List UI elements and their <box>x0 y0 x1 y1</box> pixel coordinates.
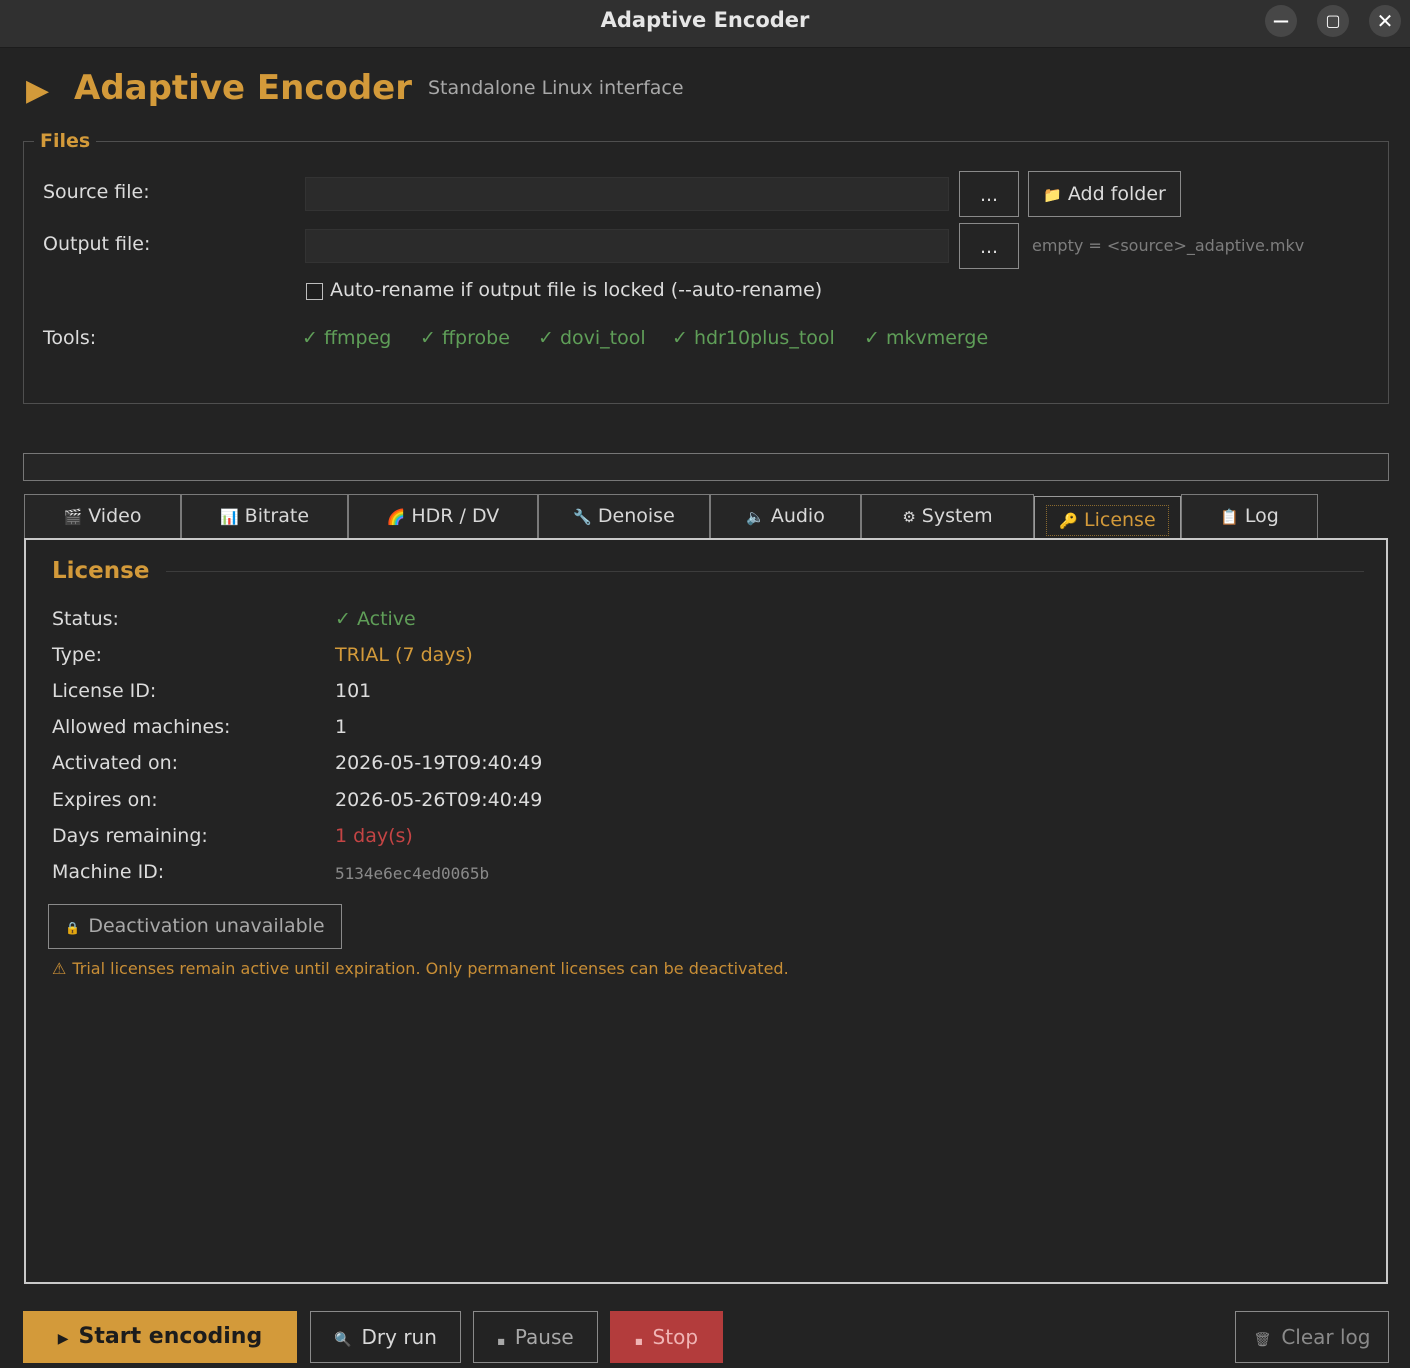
stop-icon: ■ <box>634 1337 643 1346</box>
tab-log-label: Log <box>1244 505 1279 527</box>
output-browse-button[interactable]: ... <box>959 223 1019 269</box>
expires-on-label: Expires on: <box>52 789 158 811</box>
status-label: Status: <box>52 608 119 630</box>
stop-button[interactable]: ■ Stop <box>610 1311 723 1363</box>
days-remaining-label: Days remaining: <box>52 825 208 847</box>
clipboard-icon: 📋 <box>1220 508 1239 526</box>
clapper-icon: 🎬 <box>63 508 83 526</box>
expires-on-value: 2026-05-26T09:40:49 <box>335 789 543 811</box>
tool-status-ffmpeg: ✓ ffmpeg <box>302 327 392 349</box>
minimize-icon[interactable]: — <box>1265 5 1297 37</box>
magnifier-icon: 🔍 <box>334 1332 352 1348</box>
start-encoding-label: Start encoding <box>78 1324 263 1349</box>
tab-hdr-dv[interactable]: 🌈 HDR / DV <box>348 494 538 539</box>
wrench-icon: 🔧 <box>573 508 592 526</box>
tool-status-ffprobe: ✓ ffprobe <box>420 327 510 349</box>
add-folder-label: Add folder <box>1067 183 1166 205</box>
tab-license[interactable]: 🔑 License <box>1034 496 1181 540</box>
deactivation-label: Deactivation unavailable <box>88 915 325 937</box>
tab-system-label: System <box>921 505 993 527</box>
tool-status-dovi-tool: ✓ dovi_tool <box>538 327 646 349</box>
bar-chart-icon: 📊 <box>219 508 239 526</box>
speaker-icon: 🔈 <box>746 508 765 526</box>
tab-denoise-label: Denoise <box>597 505 675 527</box>
auto-rename-checkbox[interactable] <box>306 283 323 300</box>
auto-rename-label[interactable]: Auto-rename if output file is locked (--… <box>330 279 822 301</box>
stop-label: Stop <box>652 1325 699 1349</box>
start-encoding-button[interactable]: ▶ Start encoding <box>23 1311 297 1363</box>
play-icon: ▶ <box>57 1331 69 1347</box>
gear-icon: ⚙ <box>902 508 916 526</box>
tab-audio-label: Audio <box>770 505 825 527</box>
tab-video-label: Video <box>88 505 142 527</box>
machine-id-value: 5134e6ec4ed0065b <box>335 864 490 883</box>
dry-run-button[interactable]: 🔍 Dry run <box>310 1311 461 1363</box>
tools-label: Tools: <box>43 327 97 349</box>
tab-bitrate[interactable]: 📊 Bitrate <box>181 494 348 539</box>
machine-id-label: Machine ID: <box>52 861 165 883</box>
type-value: TRIAL (7 days) <box>335 644 473 666</box>
warning-icon: ⚠ <box>52 959 67 978</box>
tab-audio[interactable]: 🔈 Audio <box>710 494 861 539</box>
clear-log-button[interactable]: 🗑 Clear log <box>1235 1311 1389 1363</box>
lock-icon: 🔒 <box>65 921 81 935</box>
app-title: Adaptive Encoder <box>74 68 413 108</box>
output-hint: empty = <source>_adaptive.mkv <box>1032 236 1305 255</box>
maximize-icon[interactable]: ▢ <box>1317 5 1349 37</box>
add-folder-button[interactable]: 📁 Add folder <box>1028 171 1181 217</box>
app-subtitle: Standalone Linux interface <box>428 77 684 99</box>
tool-status-mkvmerge: ✓ mkvmerge <box>864 327 989 349</box>
activated-on-label: Activated on: <box>52 752 179 774</box>
play-logo-icon: ▶ <box>26 73 50 108</box>
pause-icon: ■ <box>497 1337 505 1346</box>
license-id-value: 101 <box>335 680 372 702</box>
tab-hdr-dv-label: HDR / DV <box>411 505 500 527</box>
pause-button[interactable]: ■ Pause <box>473 1311 598 1363</box>
days-remaining-value: 1 day(s) <box>335 825 413 847</box>
tab-video[interactable]: 🎬 Video <box>24 494 181 539</box>
allowed-machines-value: 1 <box>335 716 348 738</box>
license-id-label: License ID: <box>52 680 157 702</box>
section-divider <box>166 571 1364 572</box>
license-section-title: License <box>52 558 150 584</box>
tab-denoise[interactable]: 🔧 Denoise <box>538 494 710 539</box>
tab-license-focus: 🔑 License <box>1046 505 1169 536</box>
tool-status-hdr10plus-tool: ✓ hdr10plus_tool <box>672 327 835 349</box>
files-legend: Files <box>34 130 97 152</box>
status-value: ✓ Active <box>335 608 416 630</box>
trash-icon: 🗑 <box>1253 1332 1272 1348</box>
source-file-label: Source file: <box>43 181 150 203</box>
activated-on-value: 2026-05-19T09:40:49 <box>335 752 543 774</box>
key-icon: 🔑 <box>1059 512 1079 530</box>
tab-log[interactable]: 📋 Log <box>1181 494 1318 539</box>
output-file-input[interactable] <box>305 229 949 263</box>
tab-system[interactable]: ⚙ System <box>861 494 1034 539</box>
output-file-label: Output file: <box>43 233 151 255</box>
folder-icon: 📁 <box>1043 186 1062 204</box>
close-icon[interactable]: ✕ <box>1369 5 1401 37</box>
tab-bitrate-label: Bitrate <box>244 505 310 527</box>
type-label: Type: <box>52 644 103 666</box>
window-titlebar: Adaptive Encoder — ▢ ✕ <box>0 0 1410 48</box>
rainbow-icon: 🌈 <box>386 508 406 526</box>
trial-warning-text: Trial licenses remain active until expir… <box>72 959 789 978</box>
tab-license-label: License <box>1084 509 1156 531</box>
pause-label: Pause <box>514 1325 574 1349</box>
window-title: Adaptive Encoder <box>600 8 810 32</box>
source-browse-button[interactable]: ... <box>959 171 1019 217</box>
clear-log-label: Clear log <box>1281 1325 1371 1349</box>
source-file-input[interactable] <box>305 177 949 211</box>
allowed-machines-label: Allowed machines: <box>52 716 231 738</box>
dry-run-label: Dry run <box>361 1325 437 1349</box>
encoding-progress-bar <box>23 453 1389 481</box>
trial-warning: ⚠ Trial licenses remain active until expi… <box>52 959 789 978</box>
deactivation-button[interactable]: 🔒 Deactivation unavailable <box>48 904 342 949</box>
